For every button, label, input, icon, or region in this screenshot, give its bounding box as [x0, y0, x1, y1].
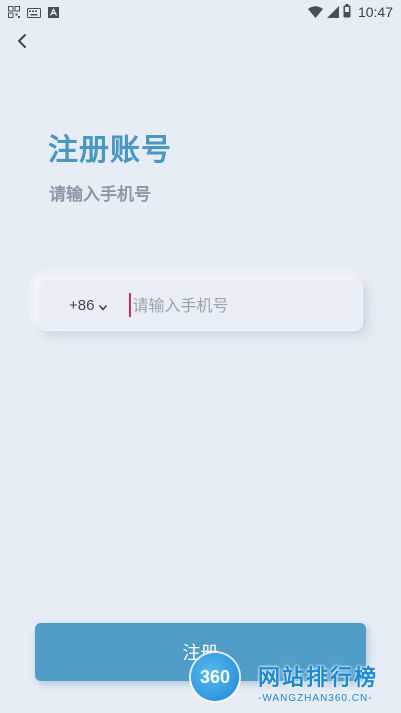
- country-code-selector[interactable]: +86: [69, 296, 108, 315]
- register-button[interactable]: 注册: [35, 623, 366, 681]
- chevron-left-icon: [16, 33, 28, 53]
- back-button[interactable]: [10, 31, 34, 55]
- text-app-icon: [48, 3, 59, 22]
- country-code-label: +86: [69, 296, 95, 314]
- page-subtitle: 请输入手机号: [49, 185, 151, 205]
- status-right-icons: 10:47: [307, 3, 393, 22]
- qr-code-icon: [8, 3, 20, 22]
- status-left-icons: [8, 3, 59, 22]
- keyboard-icon: [27, 3, 41, 22]
- wifi-icon: [307, 3, 323, 22]
- chevron-down-icon: [99, 296, 108, 315]
- phone-input-wrap: [129, 292, 333, 318]
- watermark-domain: -WANGZHAN360.CN-: [258, 693, 373, 704]
- status-time: 10:47: [357, 4, 393, 20]
- signal-icon: [326, 3, 339, 22]
- status-bar: 10:47: [0, 0, 401, 24]
- phone-input-card: +86: [38, 279, 363, 331]
- battery-icon: [343, 3, 351, 22]
- page-title: 注册账号: [48, 133, 172, 168]
- phone-input[interactable]: [131, 295, 333, 315]
- register-button-label: 注册: [182, 643, 219, 664]
